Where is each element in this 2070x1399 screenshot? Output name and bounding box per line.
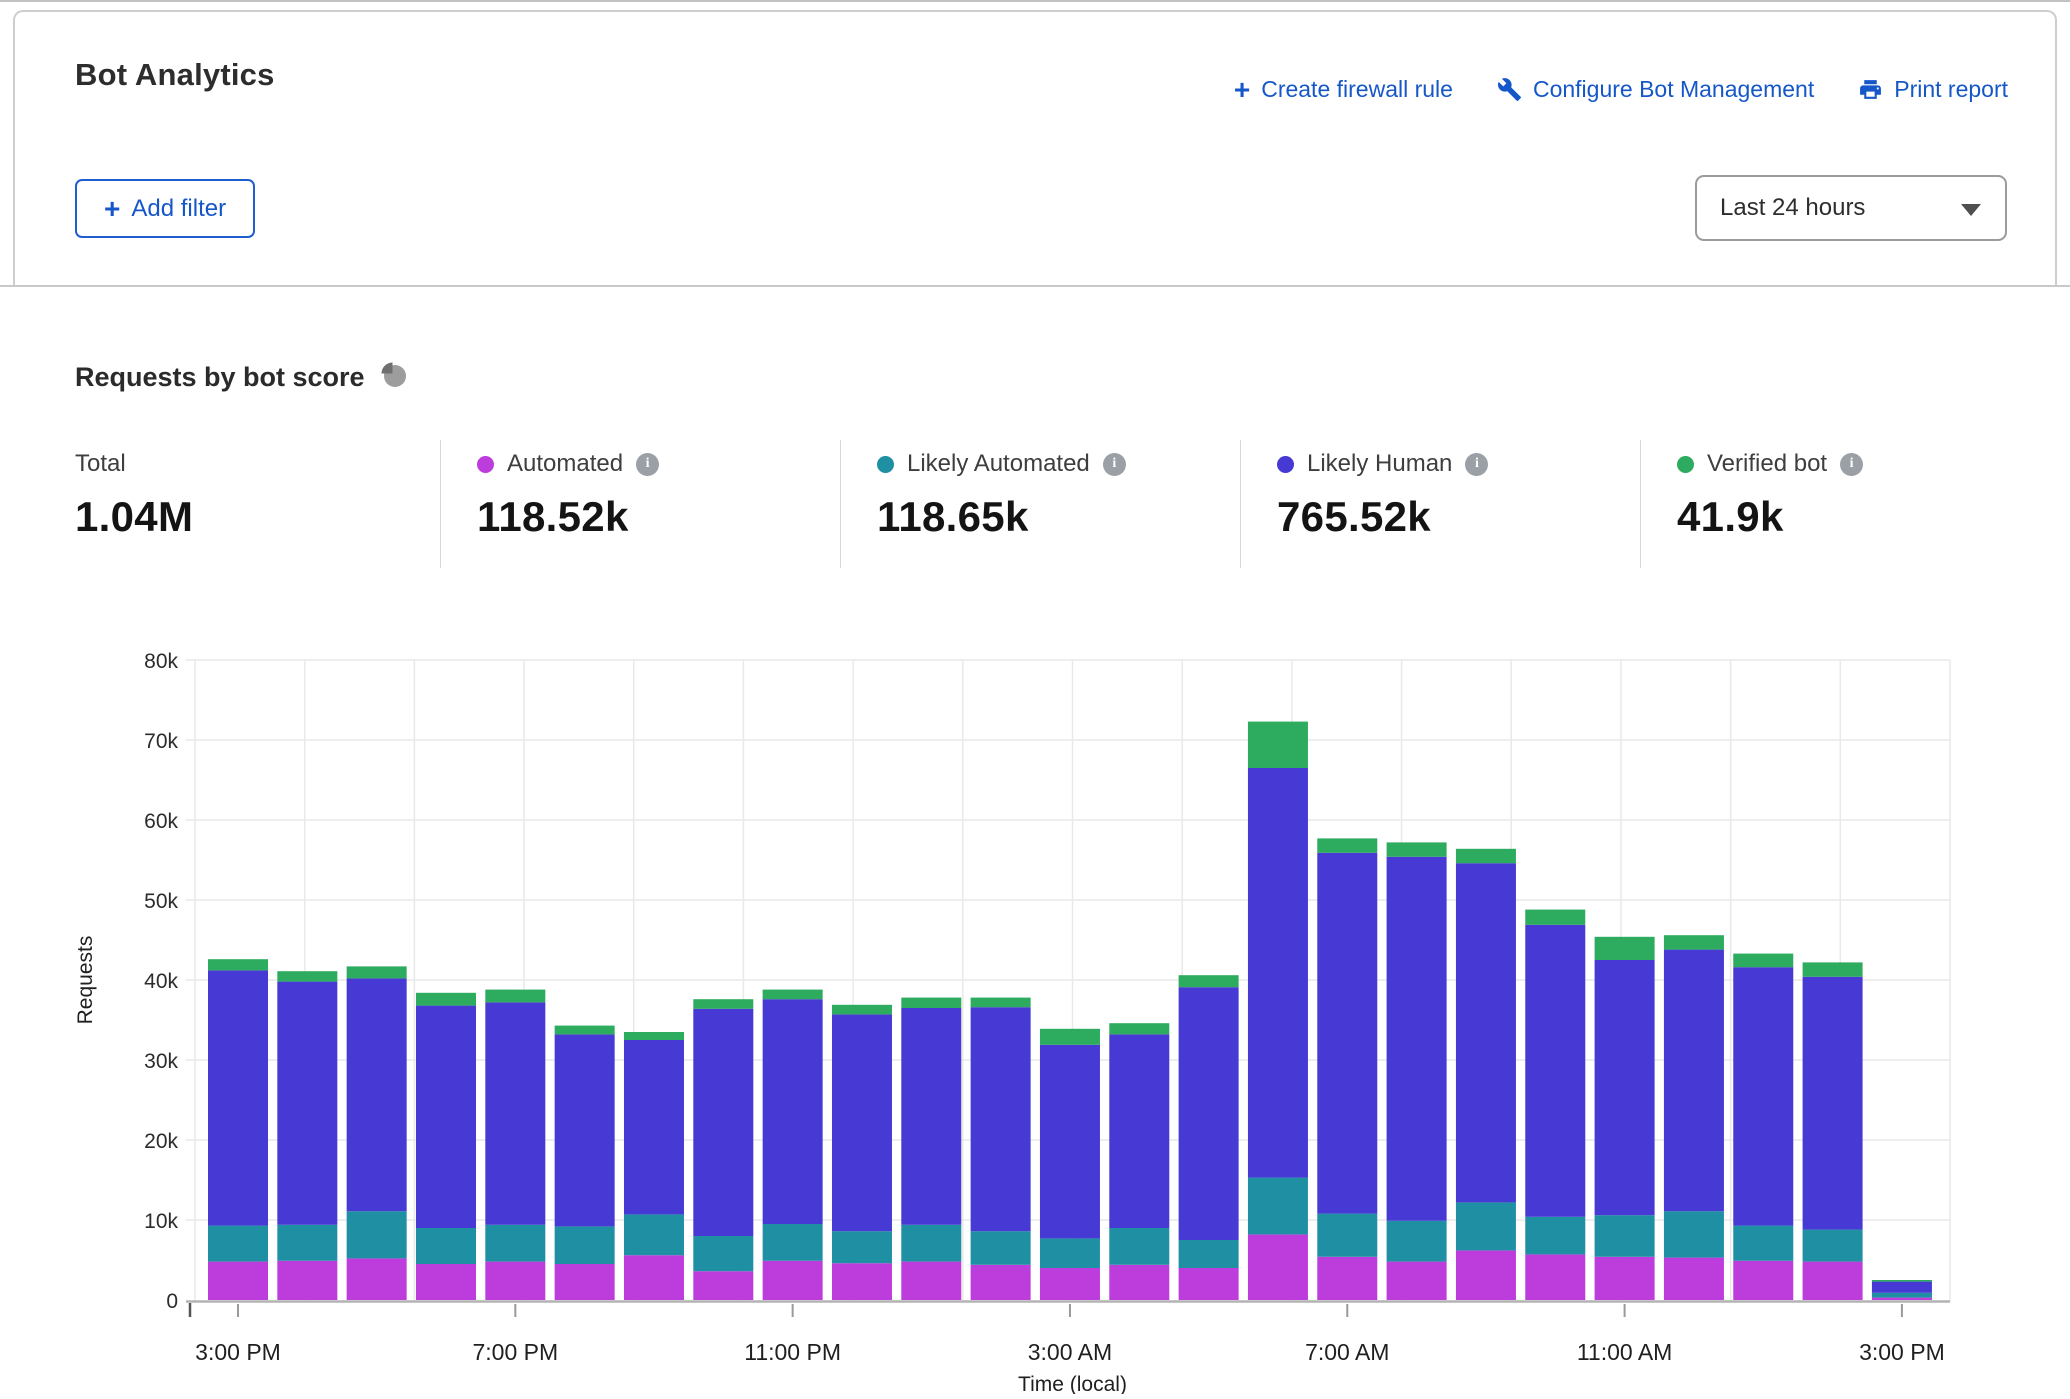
- stat-automated: Automated i 118.52k: [477, 450, 659, 541]
- svg-text:3:00 PM: 3:00 PM: [1859, 1339, 1945, 1365]
- wrench-icon: [1497, 77, 1522, 102]
- section-divider: [0, 285, 2070, 287]
- svg-text:11:00 AM: 11:00 AM: [1577, 1339, 1672, 1365]
- svg-text:Requests: Requests: [74, 936, 97, 1025]
- print-report-label: Print report: [1894, 76, 2008, 103]
- stat-verified-bot-label: Verified bot: [1707, 450, 1827, 478]
- pie-chart-icon: [380, 361, 407, 393]
- stat-total-value: 1.04M: [75, 493, 193, 541]
- stat-likely-human-value: 765.52k: [1277, 493, 1488, 541]
- svg-text:50k: 50k: [144, 890, 178, 913]
- plus-icon: +: [1234, 80, 1250, 100]
- stat-likely-human: Likely Human i 765.52k: [1277, 450, 1488, 541]
- stat-likely-human-label: Likely Human: [1307, 450, 1452, 478]
- stat-separator: [440, 440, 441, 568]
- requests-by-bot-score-header: Requests by bot score: [75, 361, 407, 393]
- create-firewall-rule-label: Create firewall rule: [1261, 76, 1453, 103]
- info-icon[interactable]: i: [1840, 453, 1863, 476]
- stat-likely-automated-label: Likely Automated: [907, 450, 1090, 478]
- svg-text:60k: 60k: [144, 810, 178, 833]
- stat-separator: [840, 440, 841, 568]
- svg-text:70k: 70k: [144, 730, 178, 753]
- stat-verified-bot: Verified bot i 41.9k: [1677, 450, 1863, 541]
- svg-text:10k: 10k: [144, 1210, 178, 1233]
- print-report-link[interactable]: Print report: [1858, 76, 2008, 103]
- svg-text:30k: 30k: [144, 1050, 178, 1073]
- header-actions: + Create firewall rule Configure Bot Man…: [1234, 76, 2008, 103]
- automated-legend-dot: [477, 456, 494, 473]
- svg-text:7:00 AM: 7:00 AM: [1305, 1339, 1389, 1365]
- svg-text:3:00 PM: 3:00 PM: [195, 1339, 281, 1365]
- stat-likely-automated: Likely Automated i 118.65k: [877, 450, 1126, 541]
- chart-svg: 0 10k 20k 30k 40k 50k 60k 70k 80k 3:00 PM 7:00 PM 1…: [0, 620, 2070, 1394]
- svg-text:40k: 40k: [144, 970, 178, 993]
- configure-bot-management-label: Configure Bot Management: [1533, 76, 1814, 103]
- configure-bot-management-link[interactable]: Configure Bot Management: [1497, 76, 1814, 103]
- requests-stacked-bar-chart: 0 10k 20k 30k 40k 50k 60k 70k 80k 3:00 PM 7:00 PM 1…: [0, 620, 2070, 1394]
- stat-likely-automated-value: 118.65k: [877, 493, 1126, 541]
- verified-bot-legend-dot: [1677, 456, 1694, 473]
- add-filter-label: Add filter: [131, 195, 226, 223]
- info-icon[interactable]: i: [1103, 453, 1126, 476]
- svg-text:3:00 AM: 3:00 AM: [1028, 1339, 1112, 1365]
- svg-text:7:00 PM: 7:00 PM: [472, 1339, 558, 1365]
- create-firewall-rule-link[interactable]: + Create firewall rule: [1234, 76, 1453, 103]
- plus-icon: +: [104, 193, 120, 225]
- time-range-value: Last 24 hours: [1720, 194, 1865, 222]
- stat-separator: [1640, 440, 1641, 568]
- page-top-border: [0, 0, 2070, 2]
- stat-separator: [1240, 440, 1241, 568]
- svg-text:0: 0: [166, 1290, 178, 1313]
- svg-text:Time (local): Time (local): [1018, 1373, 1127, 1394]
- bot-analytics-card: [13, 10, 2057, 287]
- likely-automated-legend-dot: [877, 456, 894, 473]
- info-icon[interactable]: i: [1465, 453, 1488, 476]
- printer-icon: [1858, 77, 1883, 102]
- stat-total-label: Total: [75, 450, 126, 478]
- stat-total: Total 1.04M: [75, 450, 193, 541]
- info-icon[interactable]: i: [636, 453, 659, 476]
- svg-text:11:00 PM: 11:00 PM: [744, 1339, 841, 1365]
- likely-human-legend-dot: [1277, 456, 1294, 473]
- stat-verified-bot-value: 41.9k: [1677, 493, 1863, 541]
- section-title: Requests by bot score: [75, 362, 365, 393]
- add-filter-button[interactable]: + Add filter: [75, 179, 255, 238]
- page-title: Bot Analytics: [75, 57, 275, 93]
- svg-text:20k: 20k: [144, 1130, 178, 1153]
- stat-automated-label: Automated: [507, 450, 623, 478]
- stat-automated-value: 118.52k: [477, 493, 659, 541]
- svg-text:80k: 80k: [144, 650, 178, 673]
- chevron-down-icon: [1961, 204, 1981, 216]
- time-range-select[interactable]: Last 24 hours: [1695, 175, 2007, 241]
